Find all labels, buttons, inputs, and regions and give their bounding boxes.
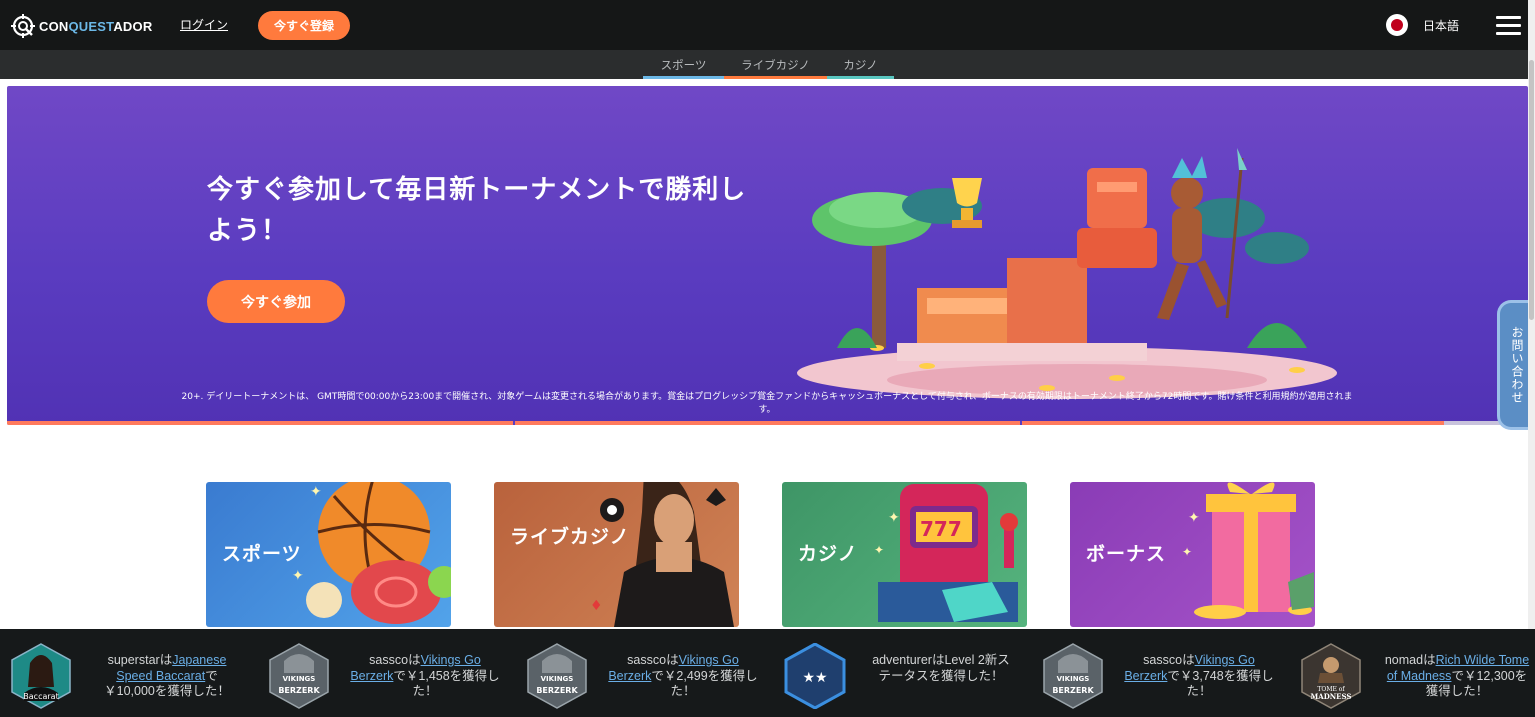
svg-text:✦: ✦ xyxy=(1188,510,1200,526)
baccarat-dealer-icon[interactable]: Baccarat xyxy=(10,643,72,709)
ticker-win-text: sasscoはVikings Go Berzerkで￥1,458を獲得した！ xyxy=(350,653,500,698)
recent-winners-ticker: Baccarat superstarはJapanese Speed Baccar… xyxy=(0,629,1535,717)
svg-text:Baccarat: Baccarat xyxy=(23,692,58,701)
ticker-item: TOME of MADNESS nomadはRich Wilde Tome of… xyxy=(1290,629,1535,717)
svg-text:✦: ✦ xyxy=(1182,545,1192,559)
login-link[interactable]: ログイン xyxy=(180,16,228,33)
svg-text:★★: ★★ xyxy=(802,670,827,686)
vikings-go-berzerk-icon[interactable]: VIKINGS BERZERK xyxy=(526,643,588,709)
ticker-win-text: sasscoはVikings Go Berzerkで￥3,748を獲得した！ xyxy=(1124,653,1274,698)
tome-of-madness-icon[interactable]: TOME of MADNESS xyxy=(1300,643,1362,709)
svg-text:✦: ✦ xyxy=(292,568,304,584)
category-card-live-casino[interactable]: ♦ ライブカジノ xyxy=(494,482,739,627)
svg-text:MADNESS: MADNESS xyxy=(1311,692,1352,701)
category-subnav: スポーツ ライブカジノ カジノ xyxy=(0,50,1535,79)
compass-logo-icon xyxy=(11,14,35,38)
category-label-sports: スポーツ xyxy=(222,543,302,565)
vikings-go-berzerk-icon[interactable]: VIKINGS BERZERK xyxy=(1042,643,1104,709)
contact-us-label: お問い合わせ xyxy=(1510,326,1524,404)
ticker-item: VIKINGS BERZERK sasscoはVikings Go Berzer… xyxy=(258,629,516,717)
svg-text:♦: ♦ xyxy=(590,598,603,614)
subnav-tab-sports[interactable]: スポーツ xyxy=(643,50,724,79)
page-scrollbar-thumb[interactable] xyxy=(1529,60,1534,320)
subnav-tab-live-casino[interactable]: ライブカジノ xyxy=(724,50,827,79)
level-star-badge-icon[interactable]: ★★ xyxy=(784,643,846,709)
language-label: 日本語 xyxy=(1423,18,1460,33)
hero-banner: 今すぐ参加して毎日新トーナメントで勝利しよう！ 今すぐ参加 20+. デイリート… xyxy=(7,86,1528,425)
svg-text:VIKINGS: VIKINGS xyxy=(541,675,574,683)
hero-title: 今すぐ参加して毎日新トーナメントで勝利しよう！ xyxy=(207,175,747,246)
tournament-temple-illustration xyxy=(797,148,1337,399)
subnav-tab-casino[interactable]: カジノ xyxy=(827,50,894,79)
svg-text:✦: ✦ xyxy=(310,484,322,500)
hamburger-menu-icon[interactable] xyxy=(1496,16,1521,35)
ticker-win-text: nomadはRich Wilde Tome of Madnessで￥12,300… xyxy=(1384,653,1530,698)
svg-text:✦: ✦ xyxy=(874,543,884,557)
svg-text:VIKINGS: VIKINGS xyxy=(1057,675,1090,683)
ticker-win-text: adventurerはLevel 2新ステータスを獲得した！ xyxy=(872,653,1010,683)
language-selector[interactable]: 日本語 xyxy=(1386,14,1459,36)
hero-disclaimer: 20+. デイリートーナメントは、 GMT時間で00:00から23:00まで開催… xyxy=(181,392,1353,415)
category-label-casino: カジノ xyxy=(798,543,858,565)
category-card-bonus[interactable]: ✦ ✦ ボーナス xyxy=(1070,482,1315,627)
category-card-sports[interactable]: ✦ ✦ スポーツ xyxy=(206,482,451,627)
ticker-item: ★★ adventurerはLevel 2新ステータスを獲得した！ xyxy=(774,629,1032,717)
join-now-button[interactable]: 今すぐ参加 xyxy=(207,280,345,323)
category-label-bonus: ボーナス xyxy=(1086,543,1167,565)
svg-text:BERZERK: BERZERK xyxy=(278,686,320,695)
page: CONQUESTADOR ログイン 今すぐ登録 日本語 スポーツ ライブカジノ … xyxy=(0,0,1535,717)
ticker-item: VIKINGS BERZERK sasscoはVikings Go Berzer… xyxy=(516,629,774,717)
japan-flag-icon xyxy=(1386,14,1408,36)
vikings-go-berzerk-icon[interactable]: VIKINGS BERZERK xyxy=(268,643,330,709)
brand-logo[interactable]: CONQUESTADOR xyxy=(10,12,152,40)
svg-text:✦: ✦ xyxy=(888,510,900,526)
brand-name: CONQUESTADOR xyxy=(39,18,153,34)
register-button[interactable]: 今すぐ登録 xyxy=(258,11,350,40)
ticker-win-text: sasscoはVikings Go Berzerkで￥2,499を獲得した！ xyxy=(608,653,758,698)
hero-slide-progress xyxy=(7,421,1528,425)
ticker-item: Baccarat superstarはJapanese Speed Baccar… xyxy=(0,629,258,717)
svg-text:BERZERK: BERZERK xyxy=(536,686,578,695)
svg-text:VIKINGS: VIKINGS xyxy=(283,675,316,683)
ticker-win-text: superstarはJapanese Speed Baccaratで￥10,00… xyxy=(104,653,230,698)
category-label-live-casino: ライブカジノ xyxy=(510,526,630,548)
live-dealer-icon: ♦ xyxy=(590,482,734,627)
svg-text:BERZERK: BERZERK xyxy=(1052,686,1094,695)
category-card-casino[interactable]: 777 ✦ ✦ カジノ xyxy=(782,482,1027,627)
ticker-item: VIKINGS BERZERK sasscoはVikings Go Berzer… xyxy=(1032,629,1290,717)
svg-text:777: 777 xyxy=(920,517,962,541)
top-bar: CONQUESTADOR ログイン 今すぐ登録 日本語 xyxy=(0,0,1535,50)
